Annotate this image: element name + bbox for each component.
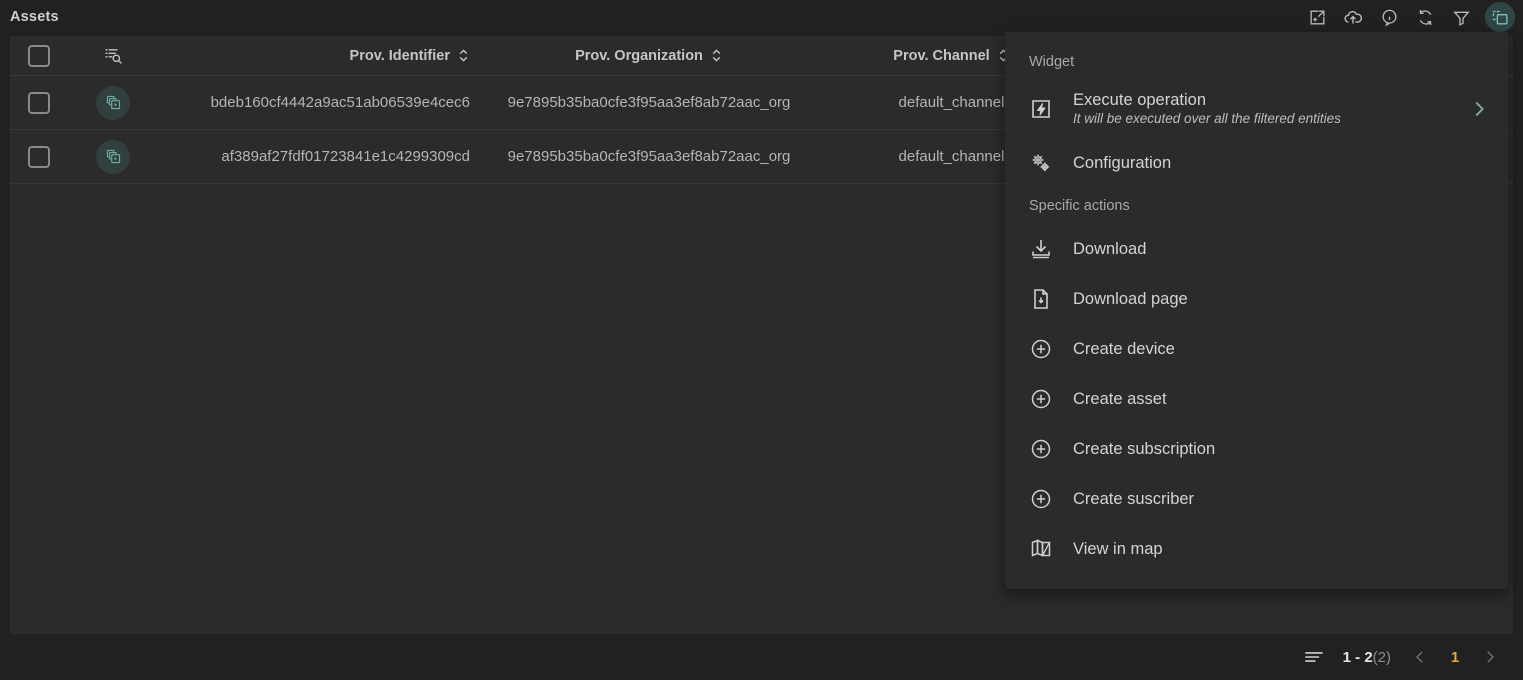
next-page-button[interactable]	[1479, 646, 1501, 668]
menu-item-create-asset[interactable]: Create asset	[1005, 374, 1508, 424]
panel-section-specific-actions: Specific actions	[1029, 198, 1130, 214]
menu-item-label: Configuration	[1073, 153, 1172, 172]
cell-organization: 9e7895b35ba0cfe3f95aa3ef8ab72aac_org	[507, 94, 791, 111]
page-size-icon[interactable]	[1303, 648, 1325, 666]
column-label-channel: Prov. Channel	[893, 47, 990, 64]
column-label-organization: Prov. Organization	[575, 47, 703, 64]
sort-icon[interactable]	[457, 48, 470, 63]
download-icon	[1029, 237, 1073, 261]
menu-item-download-page[interactable]: Download page	[1005, 274, 1508, 324]
row-select-cell	[28, 145, 82, 168]
table-footer: 1 - 2(2) 1	[0, 634, 1523, 680]
copy-stack-icon[interactable]	[96, 139, 130, 174]
toolbar-icons	[1305, 0, 1515, 34]
menu-item-label: Create asset	[1073, 389, 1167, 408]
page-title: Assets	[10, 9, 59, 25]
cloud-upload-icon[interactable]	[1341, 5, 1365, 29]
info-icon[interactable]	[1377, 5, 1401, 29]
gears-icon	[1029, 151, 1073, 175]
menu-item-label: Execute operation	[1073, 91, 1207, 110]
menu-item-view-in-map[interactable]: View in map	[1005, 524, 1508, 574]
row-select-cell	[28, 91, 82, 114]
menu-item-execute-operation[interactable]: Execute operation It will be executed ov…	[1005, 80, 1508, 138]
column-header-identifier[interactable]: Prov. Identifier	[144, 48, 474, 64]
cell-identifier: af389af27fdf01723841e1c4299309cd	[221, 148, 470, 165]
menu-item-label: Download	[1073, 239, 1147, 258]
menu-item-label: View in map	[1073, 539, 1163, 558]
top-bar: Assets	[0, 0, 1523, 34]
pagination: 1 - 2(2) 1	[1303, 646, 1501, 668]
panel-section-widget: Widget	[1029, 54, 1075, 70]
row-icon-cell	[82, 85, 144, 120]
plus-circle-icon	[1029, 487, 1073, 511]
select-all-cell	[28, 44, 82, 67]
menu-item-download[interactable]: Download	[1005, 224, 1508, 274]
assets-widget-screen: Assets Prov. Identifier Prov. Organizati…	[0, 0, 1523, 680]
column-header-organization[interactable]: Prov. Organization	[474, 48, 824, 64]
widget-actions-panel: Widget Execute operation It will be exec…	[1005, 32, 1508, 589]
menu-item-label: Download page	[1073, 289, 1188, 308]
menu-item-label: Create device	[1073, 339, 1175, 358]
map-icon	[1029, 537, 1073, 561]
sort-icon[interactable]	[710, 48, 723, 63]
cell-organization: 9e7895b35ba0cfe3f95aa3ef8ab72aac_org	[507, 148, 791, 165]
select-all-checkbox[interactable]	[28, 44, 50, 67]
menu-item-create-device[interactable]: Create device	[1005, 324, 1508, 374]
refresh-icon[interactable]	[1413, 5, 1437, 29]
row-icon-cell	[82, 139, 144, 174]
prev-page-button[interactable]	[1409, 646, 1431, 668]
result-range-value: 1 - 2	[1342, 648, 1373, 666]
column-label-identifier: Prov. Identifier	[349, 47, 450, 64]
copy-stack-icon[interactable]	[96, 85, 130, 120]
row-checkbox[interactable]	[28, 91, 50, 114]
column-search-cell	[82, 45, 144, 66]
download-page-icon	[1029, 287, 1073, 311]
cell-identifier: bdeb160cf4442a9ac51ab06539e4cec6	[210, 94, 470, 111]
menu-item-configuration[interactable]: Configuration	[1005, 138, 1508, 188]
menu-item-sublabel: It will be executed over all the filtere…	[1073, 110, 1341, 126]
list-search-icon[interactable]	[103, 45, 124, 66]
filter-icon[interactable]	[1449, 5, 1473, 29]
widget-menu-icon[interactable]	[1485, 2, 1515, 32]
plus-circle-icon	[1029, 437, 1073, 461]
menu-item-label: Create subscription	[1073, 439, 1216, 458]
menu-item-create-suscriber[interactable]: Create suscriber	[1005, 474, 1508, 524]
page-number-1[interactable]: 1	[1449, 649, 1461, 666]
chevron-right-icon[interactable]	[1468, 98, 1490, 120]
plus-circle-icon	[1029, 387, 1073, 411]
row-checkbox[interactable]	[28, 145, 50, 168]
plus-circle-icon	[1029, 337, 1073, 361]
menu-item-label: Create suscriber	[1073, 489, 1195, 508]
execute-operation-icon	[1029, 97, 1073, 121]
menu-item-create-subscription[interactable]: Create subscription	[1005, 424, 1508, 474]
result-total: (2)	[1372, 648, 1391, 666]
result-range: 1 - 2(2)	[1343, 649, 1391, 666]
export-window-icon[interactable]	[1305, 5, 1329, 29]
